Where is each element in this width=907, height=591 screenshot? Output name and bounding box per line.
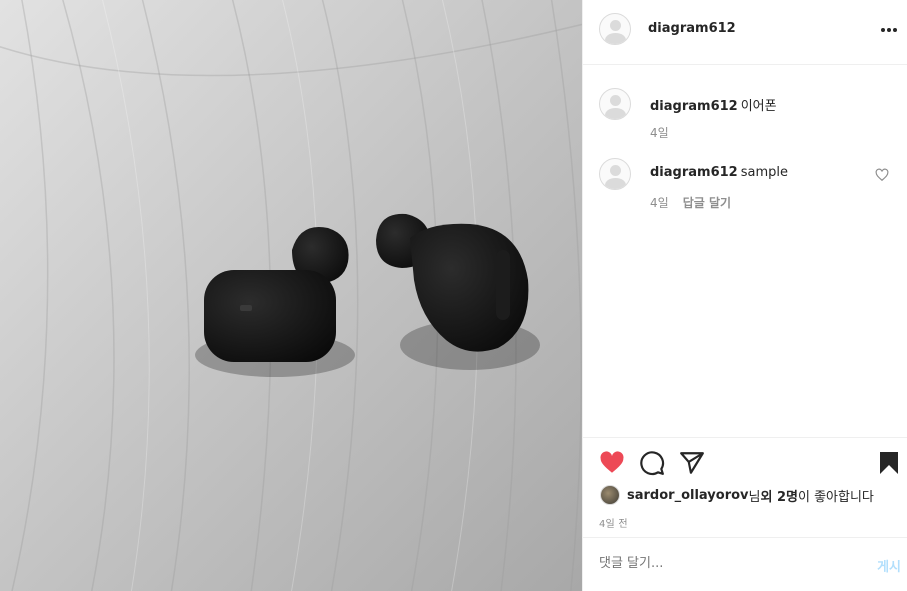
likes-summary: sardor_ollayorov 님 외 2명 이 좋아합니다 [600, 485, 874, 505]
liker-username[interactable]: sardor_ollayorov [627, 488, 749, 503]
post-sidebar: diagram612 diagram612 이어폰 4일 diagram612 sa… [582, 0, 907, 591]
comment-line: diagram612 sample [650, 165, 788, 180]
comment-meta: 4일 [650, 124, 669, 141]
post-header: diagram612 [583, 0, 907, 65]
comment-icon[interactable] [639, 450, 665, 476]
likes-suffix-2: 이 좋아합니다 [797, 489, 874, 505]
comment-meta: 4일 답글 달기 [650, 194, 731, 211]
likes-others-button[interactable]: 외 2명 [760, 486, 798, 505]
more-horizontal-icon[interactable] [877, 18, 901, 42]
post-timestamp: 4일 전 [599, 519, 628, 530]
post-actions: sardor_ollayorov 님 외 2명 이 좋아합니다 4일 전 [583, 437, 907, 537]
comment-item: diagram612 sample 4일 답글 달기 [599, 158, 891, 211]
earbuds-photo [0, 0, 582, 591]
post-comment-button[interactable]: 게시 [877, 556, 901, 575]
comment-line: diagram612 이어폰 [650, 95, 777, 114]
author-avatar[interactable] [599, 13, 631, 45]
comment-username[interactable]: diagram612 [650, 99, 738, 114]
heart-outline-icon[interactable] [875, 168, 889, 182]
comment-text: sample [740, 165, 788, 180]
comment-item: diagram612 이어폰 4일 [599, 88, 891, 141]
liker-avatar[interactable] [600, 485, 620, 505]
post-photo[interactable] [0, 0, 582, 591]
comment-avatar[interactable] [599, 158, 631, 190]
heart-filled-icon[interactable] [599, 450, 625, 476]
author-username[interactable]: diagram612 [648, 21, 736, 36]
comment-time: 4일 [650, 196, 669, 210]
comment-avatar[interactable] [599, 88, 631, 120]
bookmark-icon[interactable] [877, 450, 901, 476]
likes-suffix-1: 님 [748, 489, 761, 505]
reply-button[interactable]: 답글 달기 [683, 196, 731, 210]
add-comment-bar: 게시 [583, 537, 907, 591]
comment-time: 4일 [650, 126, 669, 140]
comment-text: 이어폰 [740, 99, 777, 114]
comment-username[interactable]: diagram612 [650, 165, 738, 180]
comment-input[interactable] [599, 556, 849, 571]
paper-plane-icon[interactable] [679, 450, 705, 476]
